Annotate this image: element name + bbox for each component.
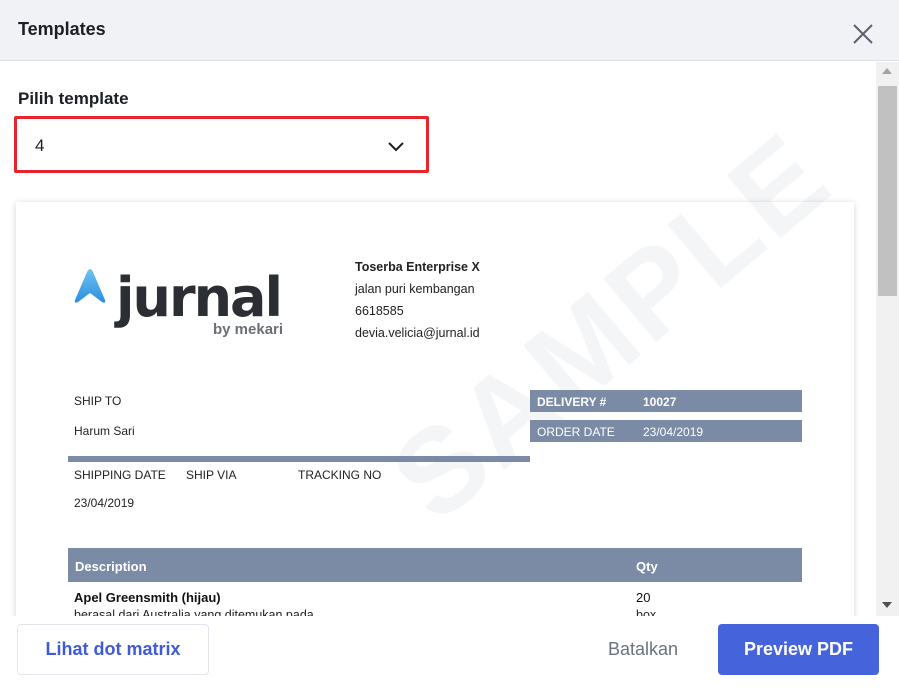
- table-row-description: berasal dari Australia yang ditemukan pa…: [74, 608, 314, 616]
- company-phone: 6618585: [355, 304, 404, 318]
- ship-to-value: Harum Sari: [74, 424, 135, 438]
- scroll-down-icon[interactable]: [882, 602, 892, 608]
- order-date-label: ORDER DATE: [537, 425, 615, 439]
- table-row-qty: 20: [636, 590, 651, 605]
- template-preview-document: SAMPLE jurnal by mekari Toserba Enterpri…: [16, 107, 855, 616]
- close-icon[interactable]: [850, 21, 876, 47]
- delivery-value: 10027: [643, 395, 677, 409]
- jurnal-logo: jurnal by mekari: [74, 266, 283, 338]
- scrollbar-thumb[interactable]: [878, 86, 897, 296]
- modal-header: Templates: [0, 0, 899, 61]
- col-description: Description: [75, 559, 147, 574]
- order-date-box: ORDER DATE 23/04/2019: [530, 420, 802, 442]
- cancel-button[interactable]: Batalkan: [598, 624, 688, 675]
- template-select-label: Pilih template: [18, 89, 129, 108]
- shipping-date-label: SHIPPING DATE: [74, 468, 166, 482]
- template-select[interactable]: 4: [14, 116, 429, 173]
- templates-modal: Templates Pilih template 4 SAMPLE jurnal…: [0, 0, 899, 697]
- company-name: Toserba Enterprise X: [355, 260, 480, 274]
- vertical-scrollbar[interactable]: [876, 62, 899, 616]
- company-info: Toserba Enterprise X jalan puri kembanga…: [355, 256, 480, 344]
- view-dot-matrix-button[interactable]: Lihat dot matrix: [17, 624, 209, 675]
- items-table-header: Description Qty: [68, 548, 802, 582]
- delivery-number-box: DELIVERY # 10027: [530, 390, 802, 412]
- modal-body: Pilih template 4 SAMPLE jurnal by mekari: [0, 62, 876, 616]
- ship-via-label: SHIP VIA: [186, 468, 237, 482]
- ship-to-label: SHIP TO: [74, 394, 122, 408]
- svg-text:jurnal: jurnal: [114, 266, 281, 329]
- template-select-value: 4: [35, 136, 45, 155]
- table-row-qty: box: [636, 608, 657, 616]
- delivery-label: DELIVERY #: [537, 395, 607, 409]
- order-date-value: 23/04/2019: [643, 425, 704, 439]
- modal-title: Templates: [18, 19, 106, 39]
- chevron-down-icon: [388, 142, 404, 152]
- tracking-no-label: TRACKING NO: [298, 468, 382, 482]
- company-email: devia.velicia@jurnal.id: [355, 326, 480, 340]
- col-qty: Qty: [636, 559, 658, 574]
- company-address: jalan puri kembangan: [355, 282, 475, 296]
- svg-text:by mekari: by mekari: [213, 321, 283, 338]
- modal-footer: Lihat dot matrix Batalkan Preview PDF: [0, 616, 899, 697]
- shipping-date-value: 23/04/2019: [74, 496, 135, 510]
- preview-pdf-button[interactable]: Preview PDF: [718, 624, 879, 675]
- table-row-description: Apel Greensmith (hijau): [74, 590, 221, 605]
- scroll-up-icon[interactable]: [882, 68, 892, 74]
- section-divider: [68, 456, 530, 462]
